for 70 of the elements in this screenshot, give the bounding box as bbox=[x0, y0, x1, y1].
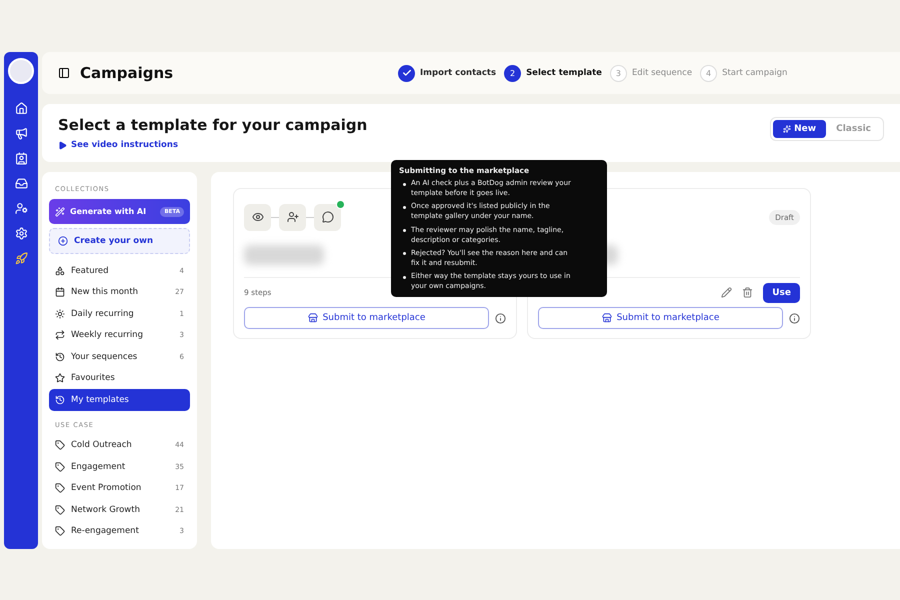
logo-icon bbox=[8, 58, 34, 84]
item-label: Daily recurring bbox=[71, 308, 135, 319]
history-icon bbox=[55, 394, 65, 405]
tag-icon bbox=[55, 462, 65, 472]
tag-icon bbox=[55, 440, 65, 450]
info-icon[interactable] bbox=[495, 312, 506, 324]
megaphone-icon[interactable] bbox=[14, 127, 28, 140]
item-label: Your sequences bbox=[71, 352, 138, 362]
item-label: Featured bbox=[71, 266, 110, 276]
use-button[interactable]: Use bbox=[763, 282, 800, 302]
bullet-icon bbox=[403, 252, 406, 256]
step-label: Select template bbox=[526, 68, 602, 78]
sparkle-icon bbox=[783, 125, 792, 133]
item-label: Favourites bbox=[71, 373, 116, 384]
item-label: Re-engagement bbox=[71, 526, 140, 536]
tag-icon bbox=[55, 483, 65, 494]
collection-item[interactable]: My templates bbox=[49, 389, 190, 410]
tag-icon bbox=[55, 526, 65, 536]
bullet-icon bbox=[403, 206, 406, 209]
step-number: 2 bbox=[504, 64, 522, 82]
history-icon bbox=[55, 352, 65, 362]
create-button[interactable]: Create your own bbox=[49, 228, 190, 254]
plus-icon bbox=[58, 236, 68, 246]
info-icon[interactable] bbox=[789, 312, 800, 324]
step-label: Import contacts bbox=[420, 68, 496, 78]
item-label: My templates bbox=[71, 394, 130, 405]
step-label: Start campaign bbox=[722, 68, 788, 78]
contact-icon[interactable] bbox=[14, 152, 28, 165]
play-icon bbox=[58, 140, 67, 150]
star-icon bbox=[55, 373, 65, 384]
sun-icon bbox=[55, 308, 65, 319]
bullet-icon bbox=[403, 229, 406, 232]
item-label: Event Promotion bbox=[71, 483, 142, 494]
calendar-icon bbox=[55, 287, 65, 298]
inbox-icon[interactable] bbox=[14, 177, 28, 190]
item-label: New this month bbox=[71, 287, 140, 298]
step-label: Edit sequence bbox=[632, 68, 692, 78]
check-icon bbox=[402, 68, 412, 78]
item-label: Network Growth bbox=[71, 504, 141, 515]
submit-button[interactable]: Submit to marketplace bbox=[538, 307, 783, 329]
mode-tab[interactable]: New bbox=[773, 120, 826, 138]
store-icon bbox=[602, 313, 612, 323]
status-dot bbox=[336, 200, 345, 208]
collection-item[interactable]: Favourites bbox=[49, 368, 190, 389]
submit-button[interactable]: Submit to marketplace bbox=[244, 307, 489, 329]
home-icon[interactable] bbox=[14, 102, 28, 115]
settings-icon[interactable] bbox=[14, 227, 28, 240]
bullet-icon bbox=[403, 182, 406, 186]
store-icon bbox=[308, 313, 318, 323]
item-label: Engagement bbox=[71, 462, 126, 472]
item-label: Weekly recurring bbox=[71, 330, 144, 340]
item-label: Cold Outreach bbox=[71, 440, 133, 450]
user-plus-icon bbox=[286, 211, 298, 223]
shapes-icon bbox=[55, 266, 65, 276]
chat-icon bbox=[322, 211, 334, 223]
section-title: Select a template for your campaign bbox=[58, 116, 368, 134]
page-title: Campaigns bbox=[80, 64, 174, 82]
tag-icon bbox=[55, 504, 65, 515]
user-settings-icon[interactable] bbox=[14, 202, 28, 215]
rocket-icon[interactable] bbox=[14, 252, 28, 265]
step-number: 4 bbox=[700, 64, 718, 82]
eye-icon bbox=[252, 211, 264, 223]
bullet-icon bbox=[403, 276, 406, 279]
sidebar-toggle-icon[interactable] bbox=[58, 67, 70, 79]
delete-icon[interactable] bbox=[742, 287, 754, 298]
wand-icon bbox=[55, 206, 65, 216]
step-number: 3 bbox=[610, 64, 627, 82]
video-link[interactable]: See video instructions bbox=[58, 140, 368, 150]
edit-icon[interactable] bbox=[721, 287, 732, 298]
repeat-icon bbox=[55, 330, 65, 340]
